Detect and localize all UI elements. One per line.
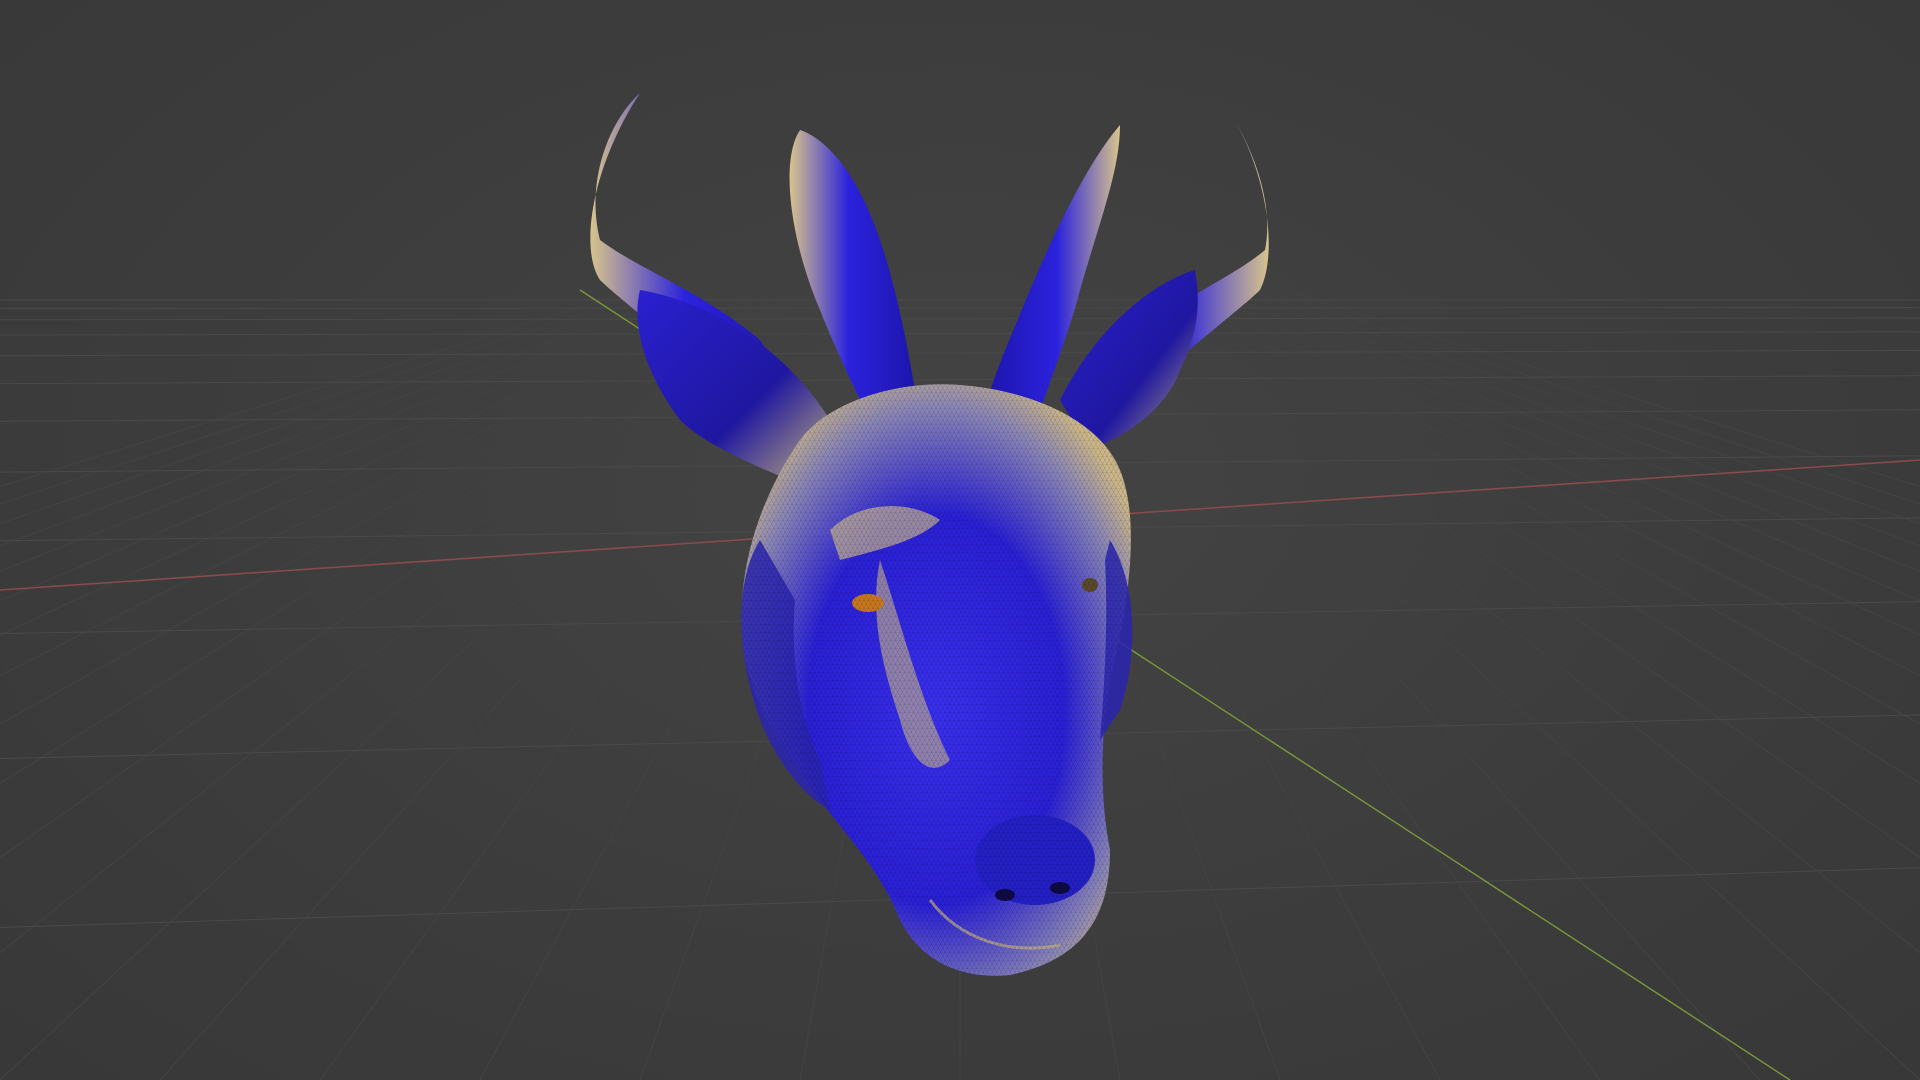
grid-line	[1085, 289, 1920, 954]
grid-line	[1139, 289, 1920, 725]
grid-line	[1121, 289, 1920, 784]
grid-line	[1175, 289, 1920, 636]
grid-line	[0, 289, 727, 602]
grid-line	[0, 307, 1920, 309]
grid-line	[0, 289, 763, 676]
grid-line	[0, 289, 781, 725]
grid-line	[1157, 289, 1920, 676]
goat-head-model[interactable]	[590, 93, 1269, 976]
grid-line	[0, 289, 637, 488]
grid-line	[0, 289, 709, 572]
grid-line	[1247, 289, 1920, 525]
grid-line	[1103, 289, 1920, 859]
grid-line	[0, 289, 745, 636]
3d-viewport[interactable]	[0, 0, 1920, 1080]
grid-line	[1049, 289, 1761, 1080]
grid-line	[1265, 289, 1920, 505]
grid-line	[1283, 289, 1920, 488]
grid-line	[0, 289, 691, 547]
viewport-canvas[interactable]	[0, 0, 1920, 1080]
grid-line	[0, 289, 655, 505]
grid-line	[1211, 289, 1920, 572]
grid-line	[1229, 289, 1920, 547]
mesh-overlay	[741, 384, 1131, 976]
right-ear	[1060, 270, 1198, 450]
grid-line	[1067, 289, 1920, 1080]
grid-line	[1193, 289, 1920, 602]
grid-line	[0, 289, 673, 525]
